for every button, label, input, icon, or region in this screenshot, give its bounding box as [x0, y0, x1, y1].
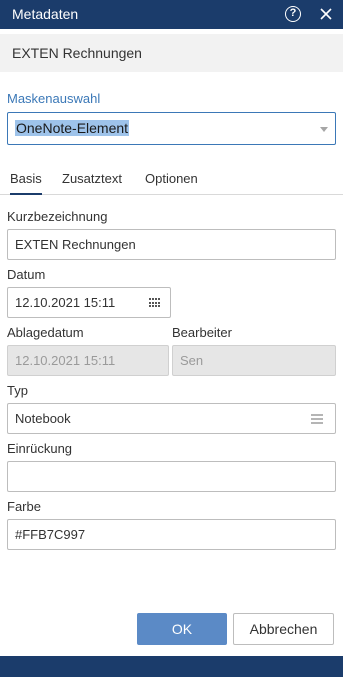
list-icon[interactable] — [311, 414, 323, 424]
tab-zusatztext[interactable]: Zusatztext — [62, 171, 122, 186]
footer-bar — [0, 656, 343, 677]
document-title: EXTEN Rechnungen — [12, 45, 142, 61]
mask-select-value: OneNote-Element — [15, 120, 130, 136]
mask-select-label: Maskenauswahl — [7, 91, 101, 106]
tab-basis[interactable]: Basis — [10, 171, 42, 195]
datum-value: 12.10.2021 15:11 — [15, 295, 116, 310]
mask-select[interactable]: OneNote-Element — [7, 112, 336, 145]
farbe-field[interactable]: #FFB7C997 — [7, 519, 336, 550]
tab-optionen[interactable]: Optionen — [145, 171, 198, 186]
help-icon[interactable]: ? — [285, 6, 301, 22]
ok-button[interactable]: OK — [137, 613, 227, 645]
bearbeiter-label: Bearbeiter — [172, 325, 232, 340]
ablagedatum-label: Ablagedatum — [7, 325, 84, 340]
typ-label: Typ — [7, 383, 28, 398]
window-title: Metadaten — [12, 6, 79, 22]
typ-value: Notebook — [15, 411, 71, 426]
document-header: EXTEN Rechnungen — [0, 34, 343, 72]
tab-bar: Basis Zusatztext Optionen — [0, 162, 343, 195]
datum-label: Datum — [7, 267, 46, 282]
farbe-label: Farbe — [7, 499, 41, 514]
datum-field[interactable]: 12.10.2021 15:11 — [7, 287, 171, 318]
close-icon[interactable] — [317, 5, 335, 23]
typ-select[interactable]: Notebook — [7, 403, 336, 434]
einrueckung-field[interactable] — [7, 461, 336, 492]
farbe-value: #FFB7C997 — [15, 527, 86, 542]
chevron-down-icon[interactable] — [320, 127, 328, 132]
kurzbezeichnung-label: Kurzbezeichnung — [7, 209, 108, 224]
cancel-button[interactable]: Abbrechen — [233, 613, 334, 645]
title-bar: Metadaten ? — [0, 0, 343, 29]
ablagedatum-value: 12.10.2021 15:11 — [15, 353, 116, 368]
kurzbezeichnung-value: EXTEN Rechnungen — [15, 237, 136, 252]
calendar-icon[interactable] — [149, 298, 160, 308]
kurzbezeichnung-field[interactable]: EXTEN Rechnungen — [7, 229, 336, 260]
bearbeiter-field: Sen — [172, 345, 336, 376]
einrueckung-label: Einrückung — [7, 441, 73, 456]
bearbeiter-value: Sen — [180, 353, 204, 368]
ablagedatum-field: 12.10.2021 15:11 — [7, 345, 169, 376]
